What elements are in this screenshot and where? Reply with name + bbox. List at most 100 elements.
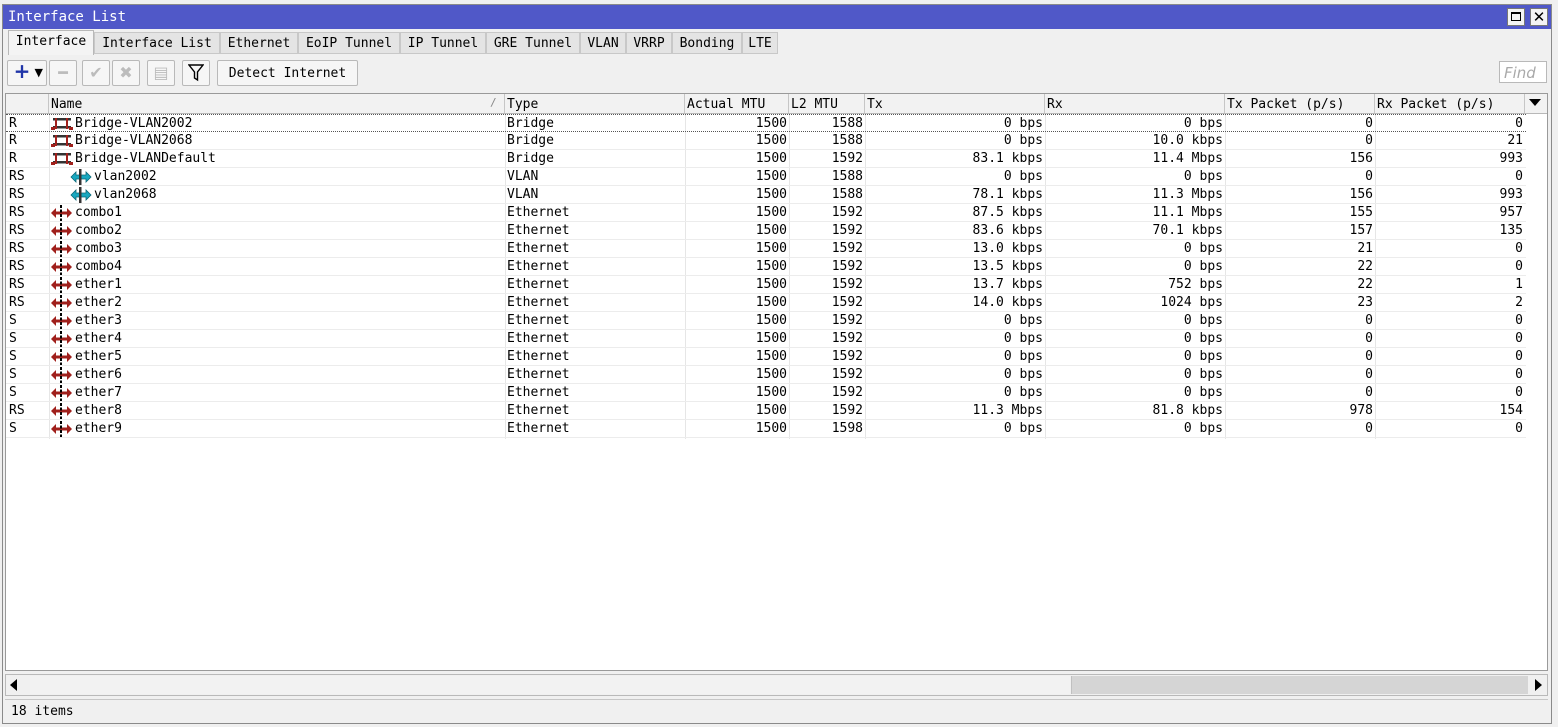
table-row[interactable]: R Bridge-VLAN2068 Bridge 1500 1588 0 bps 10.0 … [6,132,1526,150]
scroll-left-icon[interactable] [10,679,17,691]
table-row[interactable]: Sether4 Ethernet 1500 1592 0 bps 0 bps 0 0 [6,330,1526,349]
col-flags-header[interactable] [6,94,49,113]
table-row[interactable]: R Bridge-VLANDefault Bridge 1500 1592 83.1 kb… [6,150,1526,168]
row-l2-mtu: 1592 [831,313,863,328]
detect-internet-button[interactable]: Detect Internet [217,60,358,86]
row-tx: 83.6 kbps [972,223,1043,238]
maximize-button[interactable] [1507,8,1525,26]
filter-button[interactable] [182,60,210,86]
scroll-track[interactable] [30,676,1070,694]
row-rx-packet: 21 [1507,133,1523,148]
row-tx: 13.7 kbps [972,277,1043,292]
row-rx-packet: 0 [1515,241,1523,256]
row-l2-mtu: 1592 [831,277,863,292]
enable-button[interactable]: ✔ [82,60,110,86]
row-actual-mtu: 1500 [755,187,787,202]
row-actual-mtu: 1500 [755,241,787,256]
title-bar[interactable]: Interface List ✕ [3,5,1551,29]
col-name-header[interactable]: Name [49,94,505,113]
col-rx-packet-header[interactable]: Rx Packet (p/s) [1375,94,1525,113]
row-flags: RS [9,187,25,202]
col-actual-mtu-header[interactable]: Actual MTU [685,94,789,113]
row-rx-packet: 0 [1515,367,1523,382]
table-row[interactable]: RS combo1 Ethernet 1500 1592 87.5 kbps 11.1 Mb… [6,204,1526,223]
row-actual-mtu: 1500 [755,259,787,274]
tab-interface[interactable]: Interface [8,30,94,55]
table-row[interactable]: RS vlan2002 VLAN 1500 1588 0 bps 0 bps 0 0 [6,168,1526,186]
col-l2-mtu-header[interactable]: L2 MTU [789,94,865,113]
ethernet-icon [51,222,73,241]
row-type: Ethernet [507,205,570,220]
row-tx-packet: 156 [1349,187,1373,202]
row-rx: 0 bps [1183,385,1223,400]
table-row[interactable]: RS combo4 Ethernet 1500 1592 13.5 kbps 0 bps 22… [6,258,1526,277]
table-row[interactable]: RS vlan2068 VLAN 1500 1588 78.1 kbps 11.3 Mbps… [6,186,1526,204]
col-tx-header[interactable]: Tx [865,94,1045,113]
scroll-thumb[interactable] [1071,676,1528,694]
row-tx: 0 bps [1003,169,1043,184]
remove-button[interactable]: ━ [49,60,77,86]
horizontal-scrollbar[interactable] [5,674,1548,696]
table-row[interactable]: RS ether1 Ethernet 1500 1592 13.7 kbps 752 bps… [6,276,1526,295]
tab-ip-tunnel[interactable]: IP Tunnel [400,32,486,54]
ethernet-icon [51,384,73,403]
row-tx-packet: 0 [1365,367,1373,382]
row-rx: 0 bps [1183,313,1223,328]
table-row[interactable]: RS combo3 Ethernet 1500 1592 13.0 kbps 0 bps 21… [6,240,1526,259]
tab-ethernet[interactable]: Ethernet [220,32,298,54]
add-button[interactable]: + ▼ [7,60,47,86]
row-rx-packet: 0 [1515,331,1523,346]
table-row[interactable]: Sether3 Ethernet 1500 1592 0 bps 0 bps 0 0 [6,312,1526,331]
row-tx: 83.1 kbps [972,151,1043,166]
tab-interface-list[interactable]: Interface List [94,32,220,54]
cross-icon: ✖ [119,63,133,82]
ethernet-icon [51,330,73,349]
row-rx: 0 bps [1183,241,1223,256]
row-actual-mtu: 1500 [755,385,787,400]
row-flags: S [9,367,17,382]
row-type: Ethernet [507,313,570,328]
note-icon: ▤ [153,63,169,82]
column-menu-button[interactable] [1524,94,1546,113]
row-rx: 0 bps [1183,331,1223,346]
table-row[interactable]: Sether5 Ethernet 1500 1592 0 bps 0 bps 0 0 [6,348,1526,367]
row-tx: 11.3 Mbps [972,403,1043,418]
table-row[interactable]: RS combo2 Ethernet 1500 1592 83.6 kbps 70.1 kb… [6,222,1526,241]
row-l2-mtu: 1592 [831,349,863,364]
scroll-right-icon[interactable] [1535,679,1542,691]
col-type-header[interactable]: Type [505,94,685,113]
row-flags: RS [9,259,25,274]
tab-lte[interactable]: LTE [742,32,778,54]
row-rx-packet: 993 [1499,151,1523,166]
row-tx-packet: 0 [1365,385,1373,400]
row-tx-packet: 21 [1357,241,1373,256]
tab-eoip-tunnel[interactable]: EoIP Tunnel [298,32,400,54]
row-tx: 78.1 kbps [972,187,1043,202]
row-name: Bridge-VLAN2002 [75,116,193,131]
row-rx: 0 bps [1183,367,1223,382]
find-input[interactable]: Find [1499,61,1547,83]
row-rx-packet: 0 [1515,349,1523,364]
row-type: Ethernet [507,349,570,364]
row-type: Ethernet [507,367,570,382]
ethernet-icon [51,312,73,331]
close-button[interactable]: ✕ [1530,8,1548,26]
tab-vrrp[interactable]: VRRP [626,32,672,54]
tab-bonding[interactable]: Bonding [672,32,742,54]
col-tx-packet-header[interactable]: Tx Packet (p/s) [1225,94,1375,113]
row-rx-packet: 135 [1499,223,1523,238]
col-rx-header[interactable]: Rx [1045,94,1225,113]
table-row[interactable]: RS ether8 Ethernet 1500 1592 11.3 Mbps 81.8 kb… [6,402,1526,421]
disable-button[interactable]: ✖ [112,60,140,86]
row-rx-packet: 0 [1515,313,1523,328]
table-row[interactable]: RS ether2 Ethernet 1500 1592 14.0 kbps 1024 bp… [6,294,1526,313]
vlan-icon [70,169,92,185]
tab-vlan[interactable]: VLAN [580,32,626,54]
comment-button[interactable]: ▤ [147,60,175,86]
tab-gre-tunnel[interactable]: GRE Tunnel [486,32,580,54]
table-row[interactable]: Sether9 Ethernet 1500 1598 0 bps 0 bps 0 0 [6,420,1526,439]
table-row[interactable]: Sether7 Ethernet 1500 1592 0 bps 0 bps 0 0 [6,384,1526,403]
table-row[interactable]: R Bridge-VLAN2002 Bridge 1500 1588 0 bps 0 bps… [6,114,1526,132]
row-tx-packet: 0 [1365,133,1373,148]
table-row[interactable]: Sether6 Ethernet 1500 1592 0 bps 0 bps 0 0 [6,366,1526,385]
